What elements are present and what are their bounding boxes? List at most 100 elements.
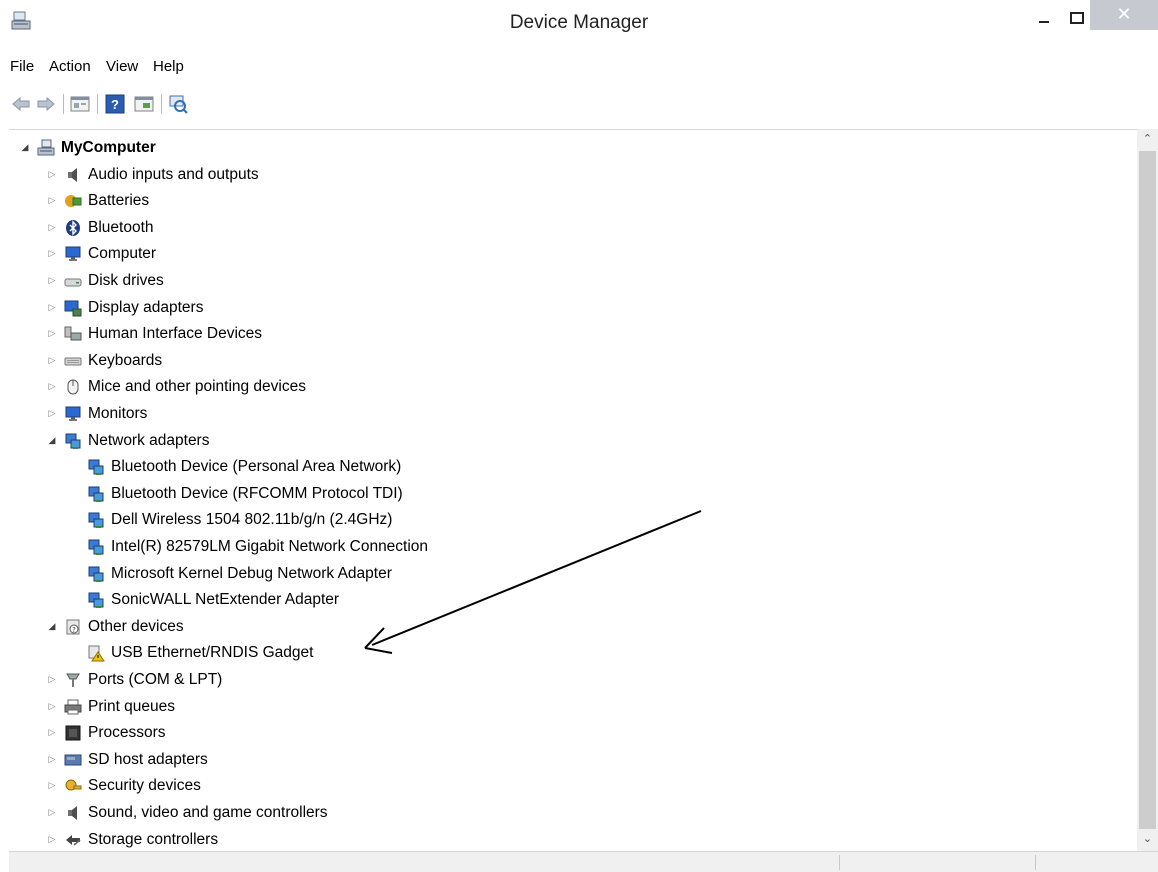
forward-icon[interactable] [35,93,57,115]
tree-item-label: Other devices [88,617,184,635]
collapsed-arrow-icon[interactable]: ▷ [46,328,58,340]
collapsed-arrow-icon[interactable]: ▷ [46,248,58,260]
tree-item-category[interactable]: ▷ Human Interface Devices [46,321,263,347]
minimize-button[interactable] [1030,6,1060,32]
tree-item-category[interactable]: ▷ Monitors [46,401,148,427]
tree-item-device[interactable]: USB Ethernet/RNDIS Gadget [87,640,313,666]
tree-item-label: Print queues [88,697,176,715]
tree-item-label: Ports (COM & LPT) [88,671,223,688]
scroll-thumb[interactable] [1139,151,1156,829]
tree-item-label: SD host adapters [88,750,208,768]
tree-item-category[interactable]: ◢? Other devices [46,614,184,640]
collapsed-arrow-icon[interactable]: ▷ [46,195,58,207]
network-adapter-icon [87,565,105,583]
help-icon[interactable]: ? [104,93,126,115]
properties-icon[interactable] [69,93,91,115]
computer-icon [37,139,55,157]
tree-item-label: Bluetooth [88,218,154,236]
tree-item-label: Intel(R) 82579LM Gigabit Network Connect… [111,538,429,555]
tree-item-device[interactable]: Bluetooth Device (RFCOMM Protocol TDI) [87,481,403,507]
tree-item-category[interactable]: ▷ Computer [46,241,157,267]
storage-controller-icon [64,831,82,849]
toolbar-separator [63,94,64,114]
tree-item-category[interactable]: ▷ Storage controllers [46,827,219,853]
collapsed-arrow-icon[interactable]: ▷ [46,408,58,420]
tree-item-category[interactable]: ▷ Sound, video and game controllers [46,800,328,826]
menu-file[interactable]: File [10,58,34,75]
collapsed-arrow-icon[interactable]: ▷ [46,674,58,686]
tree-item-device[interactable]: SonicWALL NetExtender Adapter [87,587,339,613]
scan-hardware-icon[interactable] [167,93,189,115]
tree-item-category[interactable]: ▷ Security devices [46,773,201,799]
tree-item-category[interactable]: ▷ Mice and other pointing devices [46,374,306,400]
expanded-arrow-icon[interactable]: ◢ [46,621,58,633]
tree-item-category[interactable]: ▷ Processors [46,720,166,746]
tree-root[interactable]: ◢ MyComputer [19,135,156,161]
collapsed-arrow-icon[interactable]: ▷ [46,754,58,766]
toolbar: ? [0,86,1158,120]
expanded-arrow-icon[interactable]: ◢ [46,435,58,447]
speaker-icon [64,804,82,822]
tree-item-label: Audio inputs and outputs [88,165,259,183]
tree-item-device[interactable]: Bluetooth Device (Personal Area Network) [87,454,401,480]
vertical-scrollbar[interactable]: ⌃ ⌄ [1137,129,1158,851]
expanded-arrow-icon[interactable]: ◢ [19,142,31,154]
scroll-down-icon[interactable]: ⌄ [1137,829,1158,849]
tree-item-label: Microsoft Kernel Debug Network Adapter [111,564,392,582]
collapsed-arrow-icon[interactable]: ▷ [46,807,58,819]
tree-item-category[interactable]: ▷ Disk drives [46,268,164,294]
menu-view[interactable]: View [106,58,138,75]
monitor-icon [64,245,82,263]
tree-item-category[interactable]: ▷ Bluetooth [46,215,154,241]
collapsed-arrow-icon[interactable]: ▷ [46,381,58,393]
tree-item-category[interactable]: ▷ SD host adapters [46,747,208,773]
tree-item-category[interactable]: ◢ Network adapters [46,428,209,454]
tree-item-device[interactable]: Intel(R) 82579LM Gigabit Network Connect… [87,534,428,560]
speaker-icon [64,166,82,184]
tree-item-device[interactable]: Microsoft Kernel Debug Network Adapter [87,561,392,587]
tree-item-category[interactable]: ▷ Display adapters [46,295,203,321]
tree-item-category[interactable]: ▷ Batteries [46,188,150,214]
update-driver-icon[interactable] [133,93,155,115]
network-adapter-icon [87,538,105,556]
collapsed-arrow-icon[interactable]: ▷ [46,302,58,314]
tree-item-label: Security devices [88,777,201,795]
back-icon[interactable] [10,93,32,115]
menu-action[interactable]: Action [49,58,91,75]
collapsed-arrow-icon[interactable]: ▷ [46,701,58,713]
scroll-up-icon[interactable]: ⌃ [1137,129,1158,149]
status-bar [9,851,1158,872]
collapsed-arrow-icon[interactable]: ▷ [46,727,58,739]
tree-item-category[interactable]: ▷ Print queues [46,694,176,720]
window-title: Device Manager [509,12,649,33]
collapsed-arrow-icon[interactable]: ▷ [46,222,58,234]
processor-icon [64,724,82,742]
collapsed-arrow-icon[interactable]: ▷ [46,355,58,367]
collapsed-arrow-icon[interactable]: ▷ [46,275,58,287]
network-adapter-icon [87,591,105,609]
menu-help[interactable]: Help [153,58,184,75]
network-adapter-icon [64,432,82,450]
tree-item-label: Dell Wireless 1504 802.11b/g/n (2.4GHz) [111,511,393,529]
tree-item-label: MyComputer [61,139,156,156]
tree-item-category[interactable]: ▷ Keyboards [46,348,163,374]
maximize-button[interactable] [1062,6,1092,32]
tree-item-device[interactable]: Dell Wireless 1504 802.11b/g/n (2.4GHz) [87,507,392,533]
tree-item-label: Bluetooth Device (RFCOMM Protocol TDI) [111,484,403,502]
toolbar-separator [97,94,98,114]
sd-card-icon [64,751,82,769]
network-adapter-icon [87,458,105,476]
device-tree[interactable]: ◢ MyComputer ▷ Audio inputs and outputs ▷ Bat… [9,129,1158,850]
tree-item-label: Keyboards [88,351,163,369]
collapsed-arrow-icon[interactable]: ▷ [46,834,58,846]
bluetooth-icon [64,219,82,237]
tree-item-category[interactable]: ▷ Ports (COM & LPT) [46,667,223,693]
collapsed-arrow-icon[interactable]: ▷ [46,169,58,181]
display-adapter-icon [64,299,82,317]
monitor-icon [64,405,82,423]
collapsed-arrow-icon[interactable]: ▷ [46,780,58,792]
tree-item-category[interactable]: ▷ Audio inputs and outputs [46,162,259,188]
close-button[interactable]: ✕ [1090,0,1158,30]
tree-item-label: Monitors [88,405,148,422]
svg-text:?: ? [72,626,76,634]
